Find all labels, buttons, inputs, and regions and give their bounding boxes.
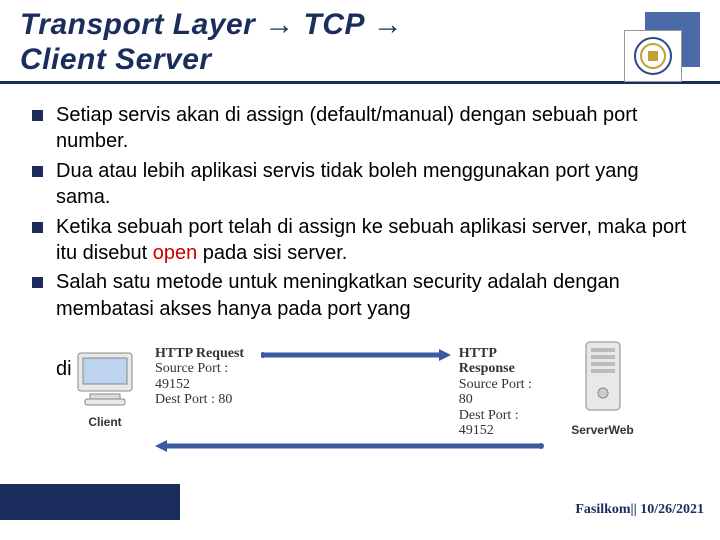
response-text: HTTP Response Source Port : 80 Dest Port… bbox=[459, 346, 545, 438]
bullet-list: Setiap servis akan di assign (default/ma… bbox=[28, 102, 692, 322]
title-line1: Transport Layer → TCP → bbox=[20, 8, 403, 41]
footer-text: Fasilkom|| 10/26/2021 bbox=[575, 502, 704, 518]
response-heading: HTTP Response bbox=[459, 346, 545, 377]
client-box: Client bbox=[60, 348, 150, 429]
server-box: ServerWeb bbox=[555, 338, 650, 437]
bullet-item: Dua atau lebih aplikasi servis tidak bol… bbox=[28, 158, 692, 211]
http-diagram: Client HTTP Request Source Port : 49152 … bbox=[60, 338, 660, 478]
request-text: HTTP Request Source Port : 49152 Dest Po… bbox=[155, 346, 253, 408]
bullet-item: Salah satu metode untuk meningkatkan sec… bbox=[28, 269, 692, 322]
bullet-text: Setiap servis akan di assign (default/ma… bbox=[56, 104, 637, 152]
request-src: Source Port : 49152 bbox=[155, 361, 253, 392]
arrow-left-icon bbox=[155, 439, 545, 453]
university-logo bbox=[624, 30, 682, 82]
logo-container bbox=[610, 12, 700, 82]
client-label: Client bbox=[60, 415, 150, 429]
arrow-container: HTTP Request Source Port : 49152 Dest Po… bbox=[155, 346, 545, 458]
bullet-text: Salah satu metode untuk meningkatkan sec… bbox=[56, 271, 620, 319]
response-src: Source Port : 80 bbox=[459, 377, 545, 408]
footer-bar bbox=[0, 484, 180, 520]
logo-icon bbox=[633, 36, 673, 76]
slide-content: Setiap servis akan di assign (default/ma… bbox=[0, 84, 720, 322]
client-computer-icon bbox=[70, 348, 140, 408]
bullet-item: Setiap servis akan di assign (default/ma… bbox=[28, 102, 692, 155]
open-word: open bbox=[153, 242, 198, 264]
slide-title: Transport Layer → TCP → Client Server bbox=[20, 8, 700, 77]
request-heading: HTTP Request bbox=[155, 346, 253, 361]
bullet-text: Dua atau lebih aplikasi servis tidak bol… bbox=[56, 160, 639, 208]
response-dst: Dest Port : 49152 bbox=[459, 408, 545, 439]
bullet-text-after: pada sisi server. bbox=[197, 242, 347, 264]
slide-header: Transport Layer → TCP → Client Server bbox=[0, 0, 720, 84]
bullet-item: Ketika sebuah port telah di assign ke se… bbox=[28, 214, 692, 267]
arrow-right-icon bbox=[261, 348, 451, 362]
bullet-text: Ketika sebuah port telah di assign ke se… bbox=[56, 216, 686, 264]
request-row: HTTP Request Source Port : 49152 Dest Po… bbox=[155, 346, 545, 438]
title-line2: Client Server bbox=[20, 43, 212, 76]
server-label: ServerWeb bbox=[555, 423, 650, 437]
server-tower-icon bbox=[578, 338, 628, 416]
request-dst: Dest Port : 80 bbox=[155, 392, 253, 407]
